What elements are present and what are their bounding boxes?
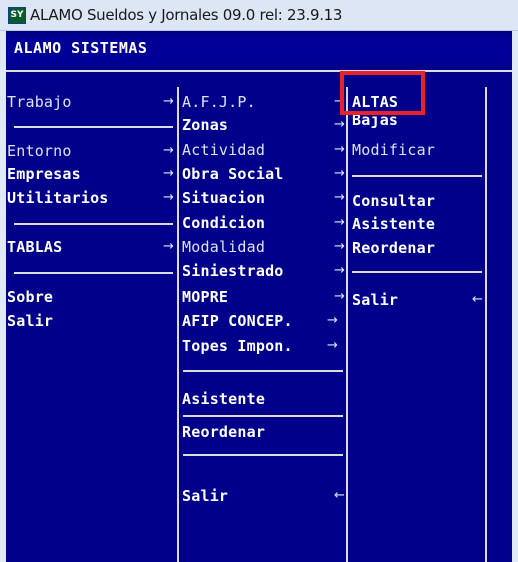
afjp-item-asistente[interactable]: Asistente — [352, 212, 435, 236]
submenu-arrow-icon: → — [334, 215, 345, 230]
window-title: ALAMO Sueldos y Jornales 09.0 rel: 23.9.… — [30, 6, 343, 24]
tablas-item-salir[interactable]: Salir — [182, 484, 228, 508]
selection-highlight — [340, 71, 425, 115]
afjp-item-modificar[interactable]: Modificar — [352, 138, 435, 162]
main-menu-item-tablas[interactable]: TABLAS — [7, 235, 62, 259]
submenu-arrow-icon: → — [334, 289, 345, 304]
column-divider-1 — [177, 87, 179, 562]
submenu-arrow-icon: → — [334, 190, 345, 205]
separator — [352, 271, 482, 273]
back-arrow-icon: ← — [472, 292, 483, 307]
main-menu-item-empresas[interactable]: Empresas — [7, 162, 81, 186]
tablas-item-asistente[interactable]: Asistente — [182, 387, 265, 411]
app-header: ALAMO SISTEMAS — [14, 39, 148, 57]
separator — [14, 272, 173, 274]
submenu-arrow-icon: → — [163, 166, 174, 181]
column-divider-3 — [485, 87, 487, 562]
tablas-item-zonas[interactable]: Zonas — [182, 113, 228, 137]
top-divider — [6, 70, 512, 72]
window-titlebar: SY ALAMO Sueldos y Jornales 09.0 rel: 23… — [0, 0, 518, 31]
submenu-arrow-icon: → — [163, 190, 174, 205]
afjp-item-bajas[interactable]: Bajas — [352, 115, 398, 129]
tablas-item-modalidad[interactable]: Modalidad — [182, 235, 265, 259]
tablas-item-condicion[interactable]: Condicion — [182, 211, 265, 235]
separator — [183, 415, 343, 417]
separator — [352, 175, 482, 177]
submenu-arrow-icon: → — [334, 142, 345, 157]
submenu-arrow-icon: → — [334, 263, 345, 278]
afjp-item-salir[interactable]: Salir — [352, 288, 398, 312]
main-menu-item-sobre[interactable]: Sobre — [7, 285, 53, 309]
submenu-arrow-icon: → — [327, 338, 338, 353]
main-menu-item-salir[interactable]: Salir — [7, 309, 53, 333]
afjp-item-consultar[interactable]: Consultar — [352, 189, 435, 213]
submenu-arrow-icon: → — [327, 313, 338, 328]
separator — [183, 370, 343, 372]
tablas-item-afip-concep[interactable]: AFIP CONCEP. — [182, 309, 293, 333]
submenu-arrow-icon: → — [334, 117, 345, 132]
app-icon: SY — [8, 7, 26, 24]
separator — [14, 126, 173, 128]
tablas-item-reordenar[interactable]: Reordenar — [182, 420, 265, 444]
main-menu-item-trabajo[interactable]: Trabajo — [7, 90, 72, 114]
submenu-arrow-icon: → — [163, 239, 174, 254]
tablas-item-actividad[interactable]: Actividad — [182, 138, 265, 162]
main-menu-item-utilitarios[interactable]: Utilitarios — [7, 186, 109, 210]
separator — [14, 223, 173, 225]
tablas-item-topes-impon[interactable]: Topes Impon. — [182, 334, 293, 358]
terminal-screen: ALAMO SISTEMAS Trabajo → Entorno → Empre… — [6, 31, 512, 562]
tablas-item-situacion[interactable]: Situacion — [182, 186, 265, 210]
tablas-item-obra-social[interactable]: Obra Social — [182, 162, 284, 186]
submenu-arrow-icon: → — [334, 239, 345, 254]
separator — [183, 454, 343, 456]
column-divider-2 — [346, 87, 348, 562]
header-bar: ALAMO SISTEMAS — [6, 37, 512, 63]
submenu-arrow-icon: → — [163, 94, 174, 109]
submenu-arrow-icon: → — [163, 143, 174, 158]
main-menu-item-entorno[interactable]: Entorno — [7, 139, 72, 163]
back-arrow-icon: ← — [334, 488, 345, 503]
tablas-item-mopre[interactable]: MOPRE — [182, 285, 228, 309]
afjp-item-reordenar[interactable]: Reordenar — [352, 236, 435, 260]
tablas-item-afjp[interactable]: A.F.J.P. — [182, 90, 256, 114]
submenu-arrow-icon: → — [334, 166, 345, 181]
tablas-item-siniestrado[interactable]: Siniestrado — [182, 259, 284, 283]
